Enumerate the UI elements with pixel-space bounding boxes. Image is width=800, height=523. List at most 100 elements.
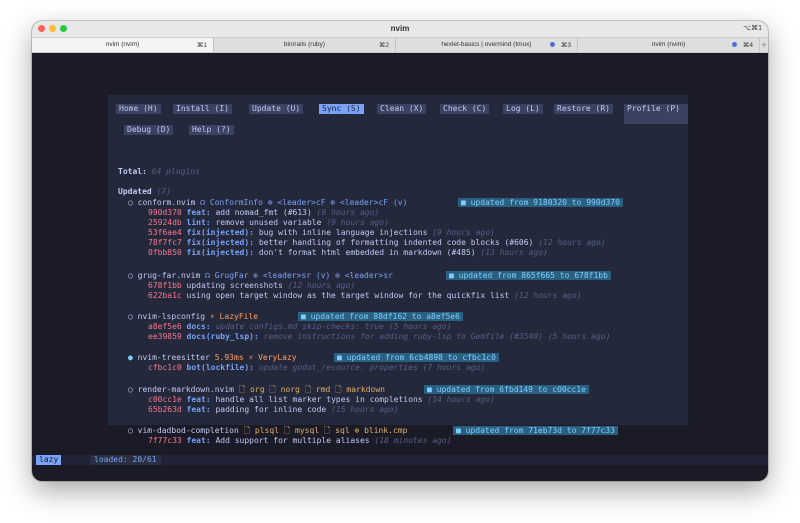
plugin-row[interactable]: ○ nvim-lspconfig ⚡ LazyFile (128, 312, 258, 322)
plugin-name: grug-far.nvim (137, 271, 201, 280)
commit-hash: 990d370 (148, 208, 182, 217)
commit-hash: 78f7fc7 (148, 238, 182, 247)
plugin-triggers: ☊ GrugFar ⊕ <leader>sr (v) ⊕ <leader>sr (205, 271, 393, 280)
section-heading: Updated (7) (118, 187, 171, 197)
total-line: Total: 64 plugins (118, 167, 200, 177)
plugin-row[interactable]: ○ conform.nvim ☊ ConformInfo ⊕ <leader>c… (128, 198, 407, 208)
section-count: (7) (156, 187, 171, 196)
commit-row: 53f6ae4 fix(injected): bug with inline l… (148, 228, 495, 238)
commit-message: better handling of formatting indented c… (258, 238, 534, 247)
section-label: Updated (118, 187, 152, 196)
commit-row: 65b263d feat: padding for inline code (1… (148, 405, 399, 415)
commit-message: remove instructions for adding ruby-lsp … (263, 332, 543, 341)
commit-row: 78f7fc7 fix(injected): better handling o… (148, 238, 606, 248)
commit-type: fix(injected): (186, 228, 254, 237)
commit-hash: 622ba1c (148, 291, 182, 300)
menu-debug-button[interactable]: Debug (D) (124, 125, 174, 135)
update-badge: ■ updated from 88df162 to a8ef5e6 (298, 312, 463, 322)
menu-log-button[interactable]: Log (L) (503, 104, 543, 114)
commit-time: (12 hours ago) (514, 291, 582, 300)
commit-time: (12 hours ago) (287, 281, 356, 290)
menu-check-button[interactable]: Check (C) (440, 104, 490, 114)
commit-time: (9 hours ago) (326, 218, 389, 227)
plugin-name: render-markdown.nvim (137, 385, 234, 394)
plugin-triggers: ⚡ LazyFile (209, 312, 259, 321)
commit-hash: 65b263d (148, 405, 182, 414)
title-bar: nvim ⌥⌘1 (32, 21, 768, 38)
commit-message: Add support for multiple aliases (215, 436, 370, 445)
window-title: nvim (390, 24, 410, 33)
plugin-triggers: 🗋 plsql 🗋 mysql 🗋 sql ⊕ blink.cmp (243, 426, 408, 435)
menu-sync-button[interactable]: Sync (S) (319, 104, 364, 114)
plugin-row[interactable]: ○ grug-far.nvim ☊ GrugFar ⊕ <leader>sr (… (128, 271, 393, 281)
plugin-row[interactable]: ○ render-markdown.nvim 🗋 org 🗋 norg 🗋 rm… (128, 385, 385, 395)
commit-type: bot(lockfile): (186, 363, 254, 372)
commit-message: handle all list marker types in completi… (215, 395, 423, 404)
commit-row: 622ba1c using open target window as the … (148, 291, 582, 301)
commit-type: fix(injected): (186, 238, 254, 247)
commit-row: 7f77c33 feat: Add support for multiple a… (148, 436, 451, 446)
tab-nvim-1[interactable]: nvim (nvim) ⌘1 (32, 38, 214, 52)
commit-time: (5 hours ago) (388, 322, 452, 331)
commit-time: (9 hours ago) (316, 208, 380, 217)
commit-row: 990d370 feat: add nomad_fmt (#613) (9 ho… (148, 208, 379, 218)
commit-time: (14 hours ago) (427, 395, 495, 404)
tab-shortcut: ⌘4 (742, 42, 753, 49)
activity-dot-icon (732, 42, 737, 47)
commit-row: c00cc1e feat: handle all list marker typ… (148, 395, 495, 405)
lazy-panel: Home (H) Install (I) Update (U) Sync (S)… (108, 95, 688, 445)
commit-message: updating screenshots (186, 281, 283, 290)
update-badge-text: ■ updated from 6fbd149 to c00cc1e (424, 385, 589, 394)
tab-label: bin/rails (ruby) (283, 41, 326, 48)
commit-row: ee39859 docs(ruby_lsp): remove instructi… (148, 332, 610, 342)
menu-restore-button[interactable]: Restore (R) (554, 104, 613, 114)
commit-time: (12 hours ago) (538, 238, 606, 247)
menu-home-button[interactable]: Home (H) (116, 104, 161, 114)
commit-time: (13 hours ago) (480, 248, 548, 257)
tab-hexlet[interactable]: hexlet-basics | overmind (tmux) ⌘3 (396, 38, 578, 52)
plugin-triggers: ☊ ConformInfo ⊕ <leader>cF ⊕ <leader>cF … (200, 198, 408, 207)
tab-bar: nvim (nvim) ⌘1 bin/rails (ruby) ⌘2 hexle… (32, 38, 768, 53)
plugin-name: nvim-lspconfig (137, 312, 206, 321)
commit-message: update configs.md skip-checks: true (215, 322, 385, 331)
terminal-window: nvim ⌥⌘1 nvim (nvim) ⌘1 bin/rails (ruby)… (32, 21, 768, 481)
commit-time: (15 hours ago) (331, 405, 399, 414)
commit-message: using open target window as the target w… (186, 291, 510, 300)
menu-install-button[interactable]: Install (I) (173, 104, 232, 114)
commit-hash: 53f6ae4 (148, 228, 182, 237)
commit-message: add nomad_fmt (#613) (215, 208, 312, 217)
plugin-row[interactable]: ○ vim-dadbod-completion 🗋 plsql 🗋 mysql … (128, 426, 407, 436)
plugin-name: conform.nvim (137, 198, 196, 207)
commit-type: feat: (186, 405, 211, 414)
new-tab-button[interactable]: + (760, 38, 768, 52)
tab-nvim-4[interactable]: nvim (nvim) ⌘4 (578, 38, 760, 52)
commit-hash: ee39859 (148, 332, 182, 341)
plugin-row[interactable]: ● nvim-treesitter 5.93ms ⚡ VeryLazy (128, 353, 297, 363)
plugin-loaded-icon: ● (128, 353, 133, 362)
menu-profile-button[interactable]: Profile (P) (624, 104, 688, 124)
update-badge-text: ■ updated from 9180320 to 990d370 (458, 198, 623, 207)
commit-time: (5 hours ago) (547, 332, 611, 341)
commit-hash: 25924db (148, 218, 182, 227)
commit-time: (18 minutes ago) (374, 436, 452, 445)
total-value: 64 plugins (151, 167, 200, 176)
commit-type: lint: (186, 218, 211, 227)
tab-rails[interactable]: bin/rails (ruby) ⌘2 (214, 38, 396, 52)
menu-clean-button[interactable]: Clean (X) (377, 104, 427, 114)
status-mode: lazy (36, 455, 62, 465)
plugin-name: nvim-treesitter (137, 353, 210, 362)
commit-type: feat: (186, 208, 211, 217)
plugin-status-icon: ○ (128, 312, 133, 321)
tab-shortcut: ⌘2 (378, 42, 389, 49)
update-badge-text: ■ updated from 865f665 to 678f1bb (446, 271, 611, 280)
commit-hash: 7f77c33 (148, 436, 182, 445)
tab-label: nvim (nvim) (105, 41, 140, 48)
tab-shortcut: ⌘1 (196, 42, 207, 49)
menu-update-button[interactable]: Update (U) (249, 104, 304, 114)
menu-help-button[interactable]: Help (?) (189, 125, 234, 135)
update-badge: ■ updated from 6cb4898 to cfbc1c0 (334, 353, 499, 363)
commit-row: cfbc1c0 bot(lockfile): update godot_reso… (148, 363, 485, 373)
commit-type: docs: (186, 322, 211, 331)
update-badge: ■ updated from 71eb73d to 7f77c33 (453, 426, 618, 436)
commit-message: update godot_resource, properties (258, 363, 418, 372)
